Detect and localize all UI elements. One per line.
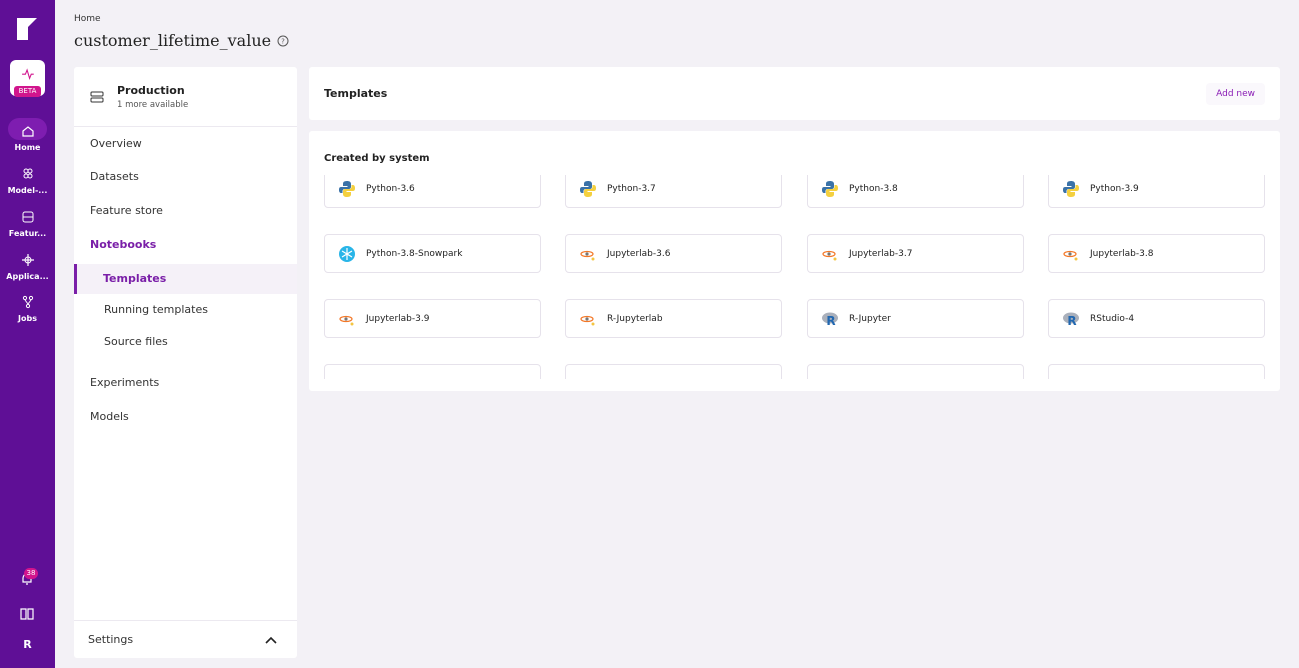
nav-datasets[interactable]: Datasets	[74, 162, 297, 192]
settings-toggle[interactable]: Settings	[74, 620, 297, 658]
r-icon: R	[822, 312, 838, 328]
template-tiles: Python-3.6 Python-3.7 Python-3.8 Python-3.9…	[324, 175, 1266, 379]
templates-title: Templates	[324, 87, 388, 100]
template-tile[interactable]: Python-3.9	[1048, 175, 1265, 208]
template-label: Python-3.8-Snowpark	[366, 248, 463, 259]
template-tile[interactable]: Jupyterlab-3.9	[324, 299, 541, 338]
python-icon	[339, 180, 355, 197]
rail-item-applications[interactable]: Applica...	[0, 250, 55, 281]
template-label: Jupyterlab-3.7	[849, 248, 913, 259]
help-icon[interactable]: ?	[277, 35, 289, 47]
template-tile[interactable]: Python-3.8	[807, 175, 1024, 208]
rail-item-model[interactable]: Model-...	[0, 164, 55, 195]
template-tile[interactable]: Python-3.8-Snowpark	[324, 234, 541, 273]
nav-experiments[interactable]: Experiments	[74, 368, 297, 398]
nav-feature-store[interactable]: Feature store	[74, 196, 297, 226]
template-label: Jupyterlab-3.9	[366, 313, 430, 324]
template-tile-partial[interactable]	[1048, 364, 1265, 379]
section-label: Created by system	[324, 153, 430, 164]
template-label: Python-3.7	[607, 183, 656, 194]
breadcrumb[interactable]: Home	[74, 14, 101, 24]
rail-item-home[interactable]: Home	[0, 121, 55, 152]
template-label: Python-3.6	[366, 183, 415, 194]
rail-label: Model-...	[7, 186, 48, 195]
template-label: R-Jupyterlab	[607, 313, 663, 324]
template-tile[interactable]: R RStudio-4	[1048, 299, 1265, 338]
feature-icon	[22, 211, 33, 223]
python-icon	[822, 180, 838, 197]
jupyter-icon	[580, 250, 595, 260]
rail-label: Jobs	[18, 314, 37, 323]
templates-grid-card: Created by system Python-3.6 Python-3.7 Py…	[309, 131, 1280, 391]
notification-count: 38	[24, 568, 38, 579]
jobs-icon	[22, 295, 33, 309]
book-icon[interactable]	[18, 606, 36, 622]
add-new-button[interactable]: Add new	[1206, 82, 1265, 105]
chevron-up-icon	[265, 636, 277, 644]
snowflake-icon	[339, 245, 355, 262]
environment-switcher[interactable]: Production 1 more available	[74, 67, 297, 127]
nav-models[interactable]: Models	[74, 402, 297, 432]
nav-templates[interactable]: Templates	[74, 264, 297, 294]
template-tile-partial[interactable]	[565, 364, 782, 379]
svg-text:R: R	[826, 314, 835, 328]
template-tile[interactable]: Python-3.7	[565, 175, 782, 208]
application-icon	[21, 254, 34, 266]
settings-label: Settings	[88, 633, 134, 646]
home-icon	[21, 126, 34, 137]
template-label: Jupyterlab-3.6	[607, 248, 671, 259]
nav-notebooks[interactable]: Notebooks	[74, 230, 297, 260]
environment-sub: 1 more available	[117, 99, 189, 110]
beta-badge: BETA	[14, 86, 41, 97]
jupyter-icon	[822, 250, 837, 260]
logo-icon[interactable]	[17, 18, 37, 40]
template-label: Jupyterlab-3.8	[1090, 248, 1154, 259]
template-tile[interactable]: Jupyterlab-3.7	[807, 234, 1024, 273]
page-title: customer_lifetime_value ?	[74, 31, 289, 50]
rail-label: Home	[14, 143, 41, 152]
template-label: Python-3.8	[849, 183, 898, 194]
python-icon	[580, 180, 596, 197]
rail-item-jobs[interactable]: Jobs	[0, 292, 55, 323]
model-icon	[23, 168, 32, 179]
svg-text:?: ?	[281, 37, 285, 45]
template-tile-partial[interactable]	[324, 364, 541, 379]
nav-running-templates[interactable]: Running templates	[74, 295, 297, 325]
environment-name: Production	[117, 83, 185, 97]
r-icon: R	[1063, 312, 1079, 328]
template-label: RStudio-4	[1090, 313, 1135, 324]
jupyter-icon	[580, 315, 595, 325]
python-icon	[1063, 180, 1079, 197]
jupyter-icon	[339, 315, 354, 325]
app-rail: BETA Home Model-... Featur... Applica...…	[0, 0, 55, 668]
svg-text:R: R	[1067, 314, 1076, 328]
page-title-text: customer_lifetime_value	[74, 31, 272, 50]
template-tile[interactable]: Jupyterlab-3.6	[565, 234, 782, 273]
template-tile[interactable]: R-Jupyterlab	[565, 299, 782, 338]
rail-label: Featur...	[8, 229, 47, 238]
project-sidebar: Production 1 more available Overview Dat…	[74, 67, 297, 658]
template-tile[interactable]: R R-Jupyter	[807, 299, 1024, 338]
user-avatar[interactable]: R	[0, 638, 55, 651]
template-label: R-Jupyter	[849, 313, 891, 324]
template-tile[interactable]: Python-3.6	[324, 175, 541, 208]
template-tile-partial[interactable]	[807, 364, 1024, 379]
server-icon	[90, 91, 104, 102]
template-tile[interactable]: Jupyterlab-3.8	[1048, 234, 1265, 273]
rail-label: Applica...	[6, 272, 49, 281]
nav-overview[interactable]: Overview	[74, 129, 297, 159]
templates-header: Templates Add new	[309, 67, 1280, 120]
template-label: Python-3.9	[1090, 183, 1139, 194]
rail-item-feature[interactable]: Featur...	[0, 207, 55, 238]
jupyter-icon	[1063, 250, 1078, 260]
nav-source-files[interactable]: Source files	[74, 327, 297, 357]
